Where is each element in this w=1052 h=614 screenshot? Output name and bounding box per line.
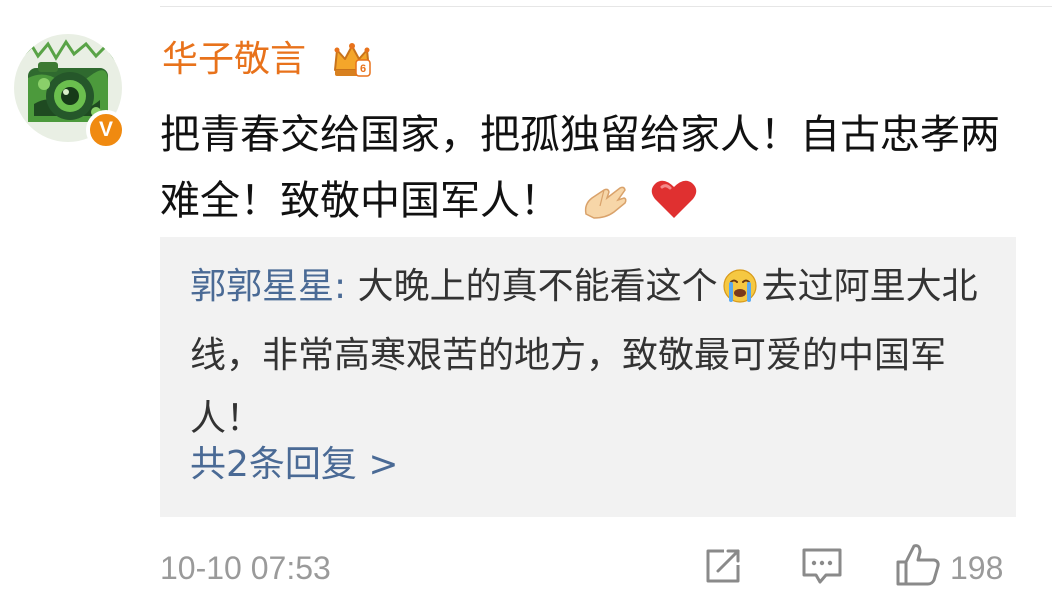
like-count: 198	[950, 550, 1004, 586]
reply-text-part-1: 大晚上的真不能看这个	[357, 266, 718, 307]
thumbs-up-icon[interactable]	[894, 542, 942, 588]
reply-preview-box[interactable]: 郭郭星星: 大晚上的真不能看这个 去过阿里大北线，非常高寒艰苦的地方，致敬最可爱…	[160, 237, 1016, 517]
verified-v-badge: V	[86, 110, 126, 150]
reply-text-block: 郭郭星星: 大晚上的真不能看这个 去过阿里大北线，非常高寒艰苦的地方，致敬最可爱…	[190, 255, 990, 450]
comment-text-block: 把青春交给国家，把孤独留给家人！自古忠孝两难全！致敬中国军人！	[160, 102, 1020, 240]
crying-face-emoji	[722, 261, 758, 324]
reply-author-name[interactable]: 郭郭星星:	[190, 266, 346, 307]
comment-timestamp: 10-10 07:53	[160, 550, 331, 586]
crown-badge-icon: 6	[334, 43, 371, 77]
folded-hands-emoji	[580, 174, 630, 240]
top-divider	[160, 6, 1052, 7]
share-icon[interactable]	[702, 545, 744, 587]
view-more-replies-link[interactable]: 共2条回复 >	[190, 441, 399, 489]
comment-author-name[interactable]: 华子敬言	[162, 36, 306, 84]
svg-text:6: 6	[360, 63, 366, 75]
red-heart-emoji	[650, 174, 698, 240]
comment-icon[interactable]	[800, 545, 844, 587]
